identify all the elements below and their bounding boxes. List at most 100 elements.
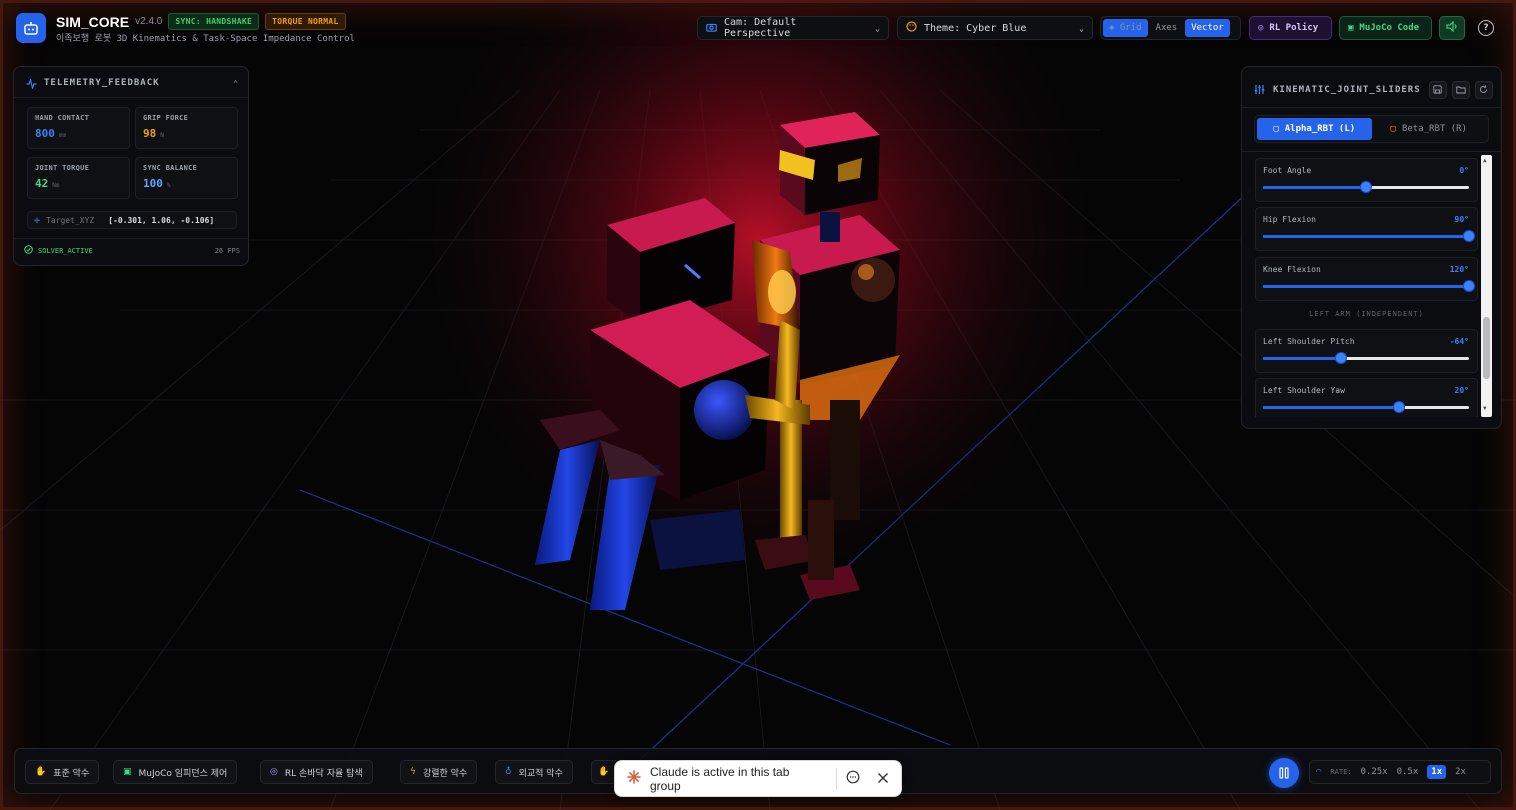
slider-foot-angle: Foot Angle 0° xyxy=(1255,158,1478,202)
joint-slider-list[interactable]: Foot Angle 0° Hip Flexion 90° Knee Flexi… xyxy=(1254,155,1479,417)
joint-torque-cell: JOINT TORQUE 42 Nm xyxy=(27,157,130,199)
hand-contact-cell: HAND CONTACT 800 mm xyxy=(27,107,130,149)
brain-icon: ◎ xyxy=(1258,23,1264,33)
preset-rl-palm-search[interactable]: ◎ RL 손바닥 자율 탐색 xyxy=(260,760,373,784)
preset-standard-handshake[interactable]: ✋ 표준 악수 xyxy=(25,760,100,784)
help-button[interactable]: ? xyxy=(1478,20,1494,36)
shield-check-icon xyxy=(24,245,33,256)
divider xyxy=(1242,107,1501,108)
axes-toggle[interactable]: Axes xyxy=(1150,19,1184,37)
theme-select[interactable]: Theme: Cyber Blue ⌄ xyxy=(897,16,1093,40)
hip-flexion-slider[interactable] xyxy=(1263,230,1475,242)
view-toggle-group: ◈ Grid Axes Vector xyxy=(1100,16,1241,40)
brand-version: v2.4.0 xyxy=(135,16,163,27)
brain-icon: ◎ xyxy=(270,767,278,777)
pause-icon xyxy=(1279,764,1289,783)
joint-sliders-panel: KINEMATIC_JOINT_SLIDERS ▢ Alpha_RBT (L) … xyxy=(1241,66,1502,429)
close-icon[interactable] xyxy=(877,769,889,788)
vector-toggle[interactable]: Vector xyxy=(1185,19,1230,37)
telemetry-title: TELEMETRY_FEEDBACK xyxy=(44,78,160,88)
activity-icon xyxy=(26,74,37,93)
theme-select-value: Theme: Cyber Blue xyxy=(924,22,1027,34)
hand-contact-value: 800 xyxy=(35,127,55,140)
joint-sliders-header: KINEMATIC_JOINT_SLIDERS xyxy=(1254,80,1493,99)
slider-handle[interactable] xyxy=(1392,401,1405,413)
robot-tabs: ▢ Alpha_RBT (L) ▢ Beta_RBT (R) xyxy=(1254,115,1489,143)
camera-icon xyxy=(706,22,717,35)
rate-option[interactable]: 0.5x xyxy=(1397,767,1419,777)
slider-knee-flexion: Knee Flexion 120° xyxy=(1255,257,1478,301)
robot-icon: ▢ xyxy=(1273,124,1279,134)
telemetry-header[interactable]: TELEMETRY_FEEDBACK ⌃ xyxy=(26,75,238,91)
top-header: SIM_CORE v2.4.0 SYNC: HANDSHAKE TORQUE N… xyxy=(0,0,1516,56)
left-shoulder-yaw-slider[interactable] xyxy=(1263,401,1469,413)
tab-beta-robot[interactable]: ▢ Beta_RBT (R) xyxy=(1372,118,1487,140)
knee-flexion-slider[interactable] xyxy=(1263,280,1475,292)
palette-icon xyxy=(906,21,917,35)
slider-handle[interactable] xyxy=(1463,280,1475,292)
hand-icon: ✋ xyxy=(35,767,47,777)
chevron-down-icon: ⌄ xyxy=(875,23,880,33)
robot-logo-icon xyxy=(16,13,46,43)
chevron-up-icon[interactable]: ⌃ xyxy=(233,79,238,88)
sound-toggle-button[interactable] xyxy=(1439,16,1465,40)
joint-sliders-title: KINEMATIC_JOINT_SLIDERS xyxy=(1273,84,1421,95)
claude-logo-icon xyxy=(627,769,641,788)
rate-option[interactable]: 1x xyxy=(1427,765,1447,779)
preset-diplomatic-handshake[interactable]: ♁ 외교적 악수 xyxy=(495,760,573,784)
divider xyxy=(1242,151,1501,152)
slider-handle[interactable] xyxy=(1335,352,1348,364)
save-icon[interactable] xyxy=(1428,80,1447,99)
slider-left-shoulder-yaw: Left Shoulder Yaw 20° xyxy=(1255,378,1478,417)
brand: SIM_CORE v2.4.0 SYNC: HANDSHAKE TORQUE N… xyxy=(56,13,346,30)
scrollbar-thumb[interactable] xyxy=(1483,317,1490,379)
divider xyxy=(14,238,248,239)
foot-angle-slider[interactable] xyxy=(1263,181,1469,193)
scroll-up-icon[interactable]: ▲ xyxy=(1483,157,1487,164)
chat-icon[interactable] xyxy=(846,769,860,788)
target-xyz: ✛ Target_XYZ [-0.301, 1.06, -0.106] xyxy=(27,211,237,229)
grip-force-cell: GRIP FORCE 98 N xyxy=(135,107,238,149)
solver-status: SOLVER_ACTIVE xyxy=(38,246,93,255)
slider-hip-flexion: Hip Flexion 90° xyxy=(1255,207,1478,251)
preset-strong-handshake[interactable]: ϟ 강렬한 악수 xyxy=(400,760,478,784)
joint-list-scrollbar[interactable]: ▲ ▼ xyxy=(1481,155,1492,417)
rate-option[interactable]: 2x xyxy=(1455,767,1466,777)
toast-message: Claude is active in this tab group xyxy=(650,764,790,793)
slider-handle[interactable] xyxy=(1360,181,1372,193)
telemetry-footer: SOLVER_ACTIVE 26 FPS xyxy=(24,245,240,256)
divider xyxy=(14,97,248,98)
crosshair-icon: ✛ xyxy=(34,214,41,226)
reset-icon[interactable] xyxy=(1474,80,1493,99)
sliders-icon xyxy=(1254,80,1265,99)
scroll-down-icon[interactable]: ▼ xyxy=(1483,405,1487,412)
sync-balance-value: 100 xyxy=(143,177,163,190)
pause-button[interactable] xyxy=(1269,758,1299,788)
grid-toggle[interactable]: ◈ Grid xyxy=(1103,19,1148,37)
tab-alpha-robot[interactable]: ▢ Alpha_RBT (L) xyxy=(1257,118,1372,140)
left-shoulder-pitch-slider[interactable] xyxy=(1263,352,1469,364)
fps-readout: 26 FPS xyxy=(214,246,240,255)
sync-status-badge: SYNC: HANDSHAKE xyxy=(168,13,260,30)
hand-icon: ✋ xyxy=(598,767,610,777)
mujoco-code-button[interactable]: ▣ MuJoCo Code xyxy=(1339,16,1432,40)
torque-status-badge: TORQUE NORMAL xyxy=(265,13,346,30)
slider-handle[interactable] xyxy=(1463,230,1475,242)
chevron-down-icon: ⌄ xyxy=(1079,23,1084,33)
robot-icon: ▢ xyxy=(1390,124,1396,134)
rl-policy-button[interactable]: ◎ RL Policy xyxy=(1249,16,1332,40)
preset-mujoco-impedance[interactable]: ▣ MuJoCo 임피던스 제어 xyxy=(113,760,238,784)
speaker-icon xyxy=(1445,20,1459,35)
playback-rate-selector: ◠ RATE: 0.25x 0.5x 1x 2x xyxy=(1309,760,1491,784)
rate-option[interactable]: 0.25x xyxy=(1361,767,1388,777)
claude-active-toast: Claude is active in this tab group xyxy=(614,760,902,797)
layers-icon: ◈ xyxy=(1109,23,1120,33)
award-icon: ♁ xyxy=(505,767,512,777)
telemetry-panel: TELEMETRY_FEEDBACK ⌃ HAND CONTACT 800 mm … xyxy=(13,66,249,266)
camera-select[interactable]: Cam: Default Perspective ⌄ xyxy=(697,16,889,40)
folder-icon[interactable] xyxy=(1451,80,1470,99)
page-subtitle: 이족보행 로봇 3D Kinematics & Task-Space Imped… xyxy=(56,34,355,44)
slider-left-shoulder-pitch: Left Shoulder Pitch -64° xyxy=(1255,329,1478,373)
gauge-icon: ◠ xyxy=(1316,767,1322,777)
joint-torque-value: 42 xyxy=(35,177,49,190)
